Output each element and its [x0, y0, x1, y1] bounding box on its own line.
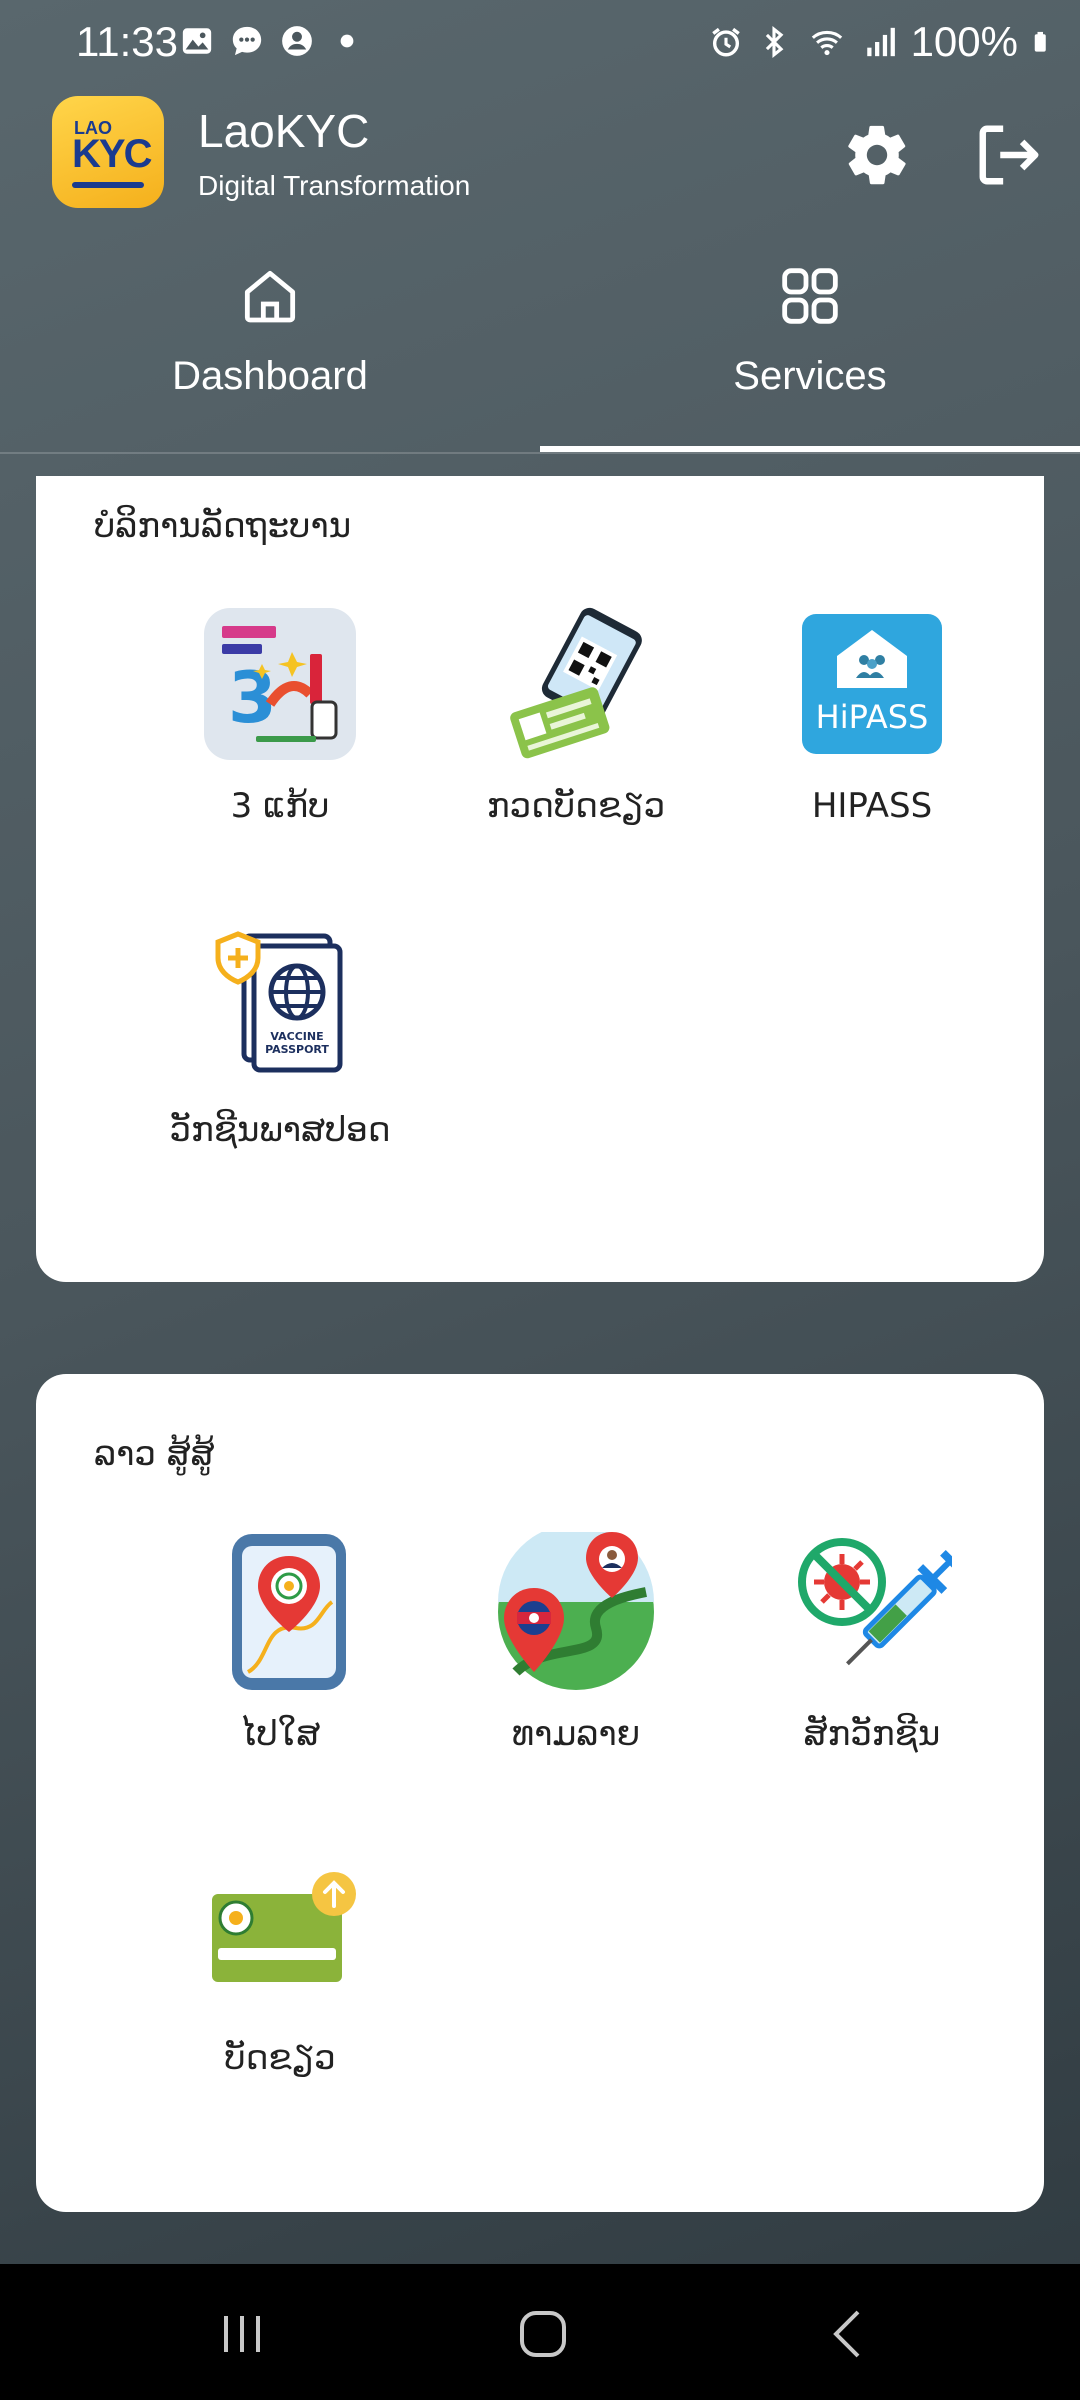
- settings-button[interactable]: [842, 120, 912, 190]
- account-icon: [282, 26, 312, 56]
- home-icon: [244, 270, 296, 323]
- logout-button[interactable]: [974, 120, 1044, 190]
- service-label: ວັກຊີນພາສປອດ: [169, 1110, 391, 1150]
- app-header: LAO KYC LaoKYC Digital Transformation: [0, 84, 1080, 254]
- alarm-icon: [711, 27, 740, 57]
- status-bar: 11:33 100%: [0, 0, 1080, 84]
- gear-icon: [848, 125, 906, 185]
- vaccine-passport-icon-text-2: PASSPORT: [265, 1043, 329, 1056]
- vaccine-passport-icon: VACCINE PASSPORT: [215, 931, 343, 1073]
- grid-icon: [782, 268, 838, 324]
- map-location-phone-icon: [232, 1534, 346, 1690]
- back-icon: [833, 2310, 860, 2358]
- system-nav-bar: [0, 2264, 1080, 2400]
- service-sak-vaccine[interactable]: ສັກວັກຊີນ: [702, 1532, 1002, 1812]
- battery-icon: [1034, 31, 1046, 52]
- status-left-icons: [180, 24, 364, 58]
- service-vaccine-passport[interactable]: VACCINE PASSPORT ວັກຊີນພາສປອດ: [110, 928, 410, 1208]
- dot-icon: [340, 34, 354, 48]
- gallery-icon: [182, 28, 212, 54]
- logout-icon: [979, 125, 1039, 185]
- service-label: ທາມລາຍ: [511, 1714, 641, 1754]
- 3-kaeb-app-icon: 3: [204, 608, 356, 760]
- status-right-icons: 100%: [709, 18, 1054, 66]
- service-label: ສັກວັກຊີນ: [803, 1714, 941, 1754]
- government-services-card: ບໍລິການລັດຖະບານ 3 3 ແກ້ບ ກວດບັດຂຽວ HiPAS…: [36, 476, 1044, 1282]
- app-logo: LAO KYC: [52, 96, 164, 208]
- recent-apps-icon: [224, 2316, 260, 2352]
- service-label: ໄປໃສ: [239, 1714, 321, 1754]
- service-tham-lai[interactable]: ທາມລາຍ: [406, 1532, 706, 1812]
- home-button[interactable]: [503, 2294, 583, 2374]
- app-subtitle: Digital Transformation: [198, 170, 471, 201]
- tab-dashboard[interactable]: Dashboard: [0, 254, 540, 454]
- bluetooth-icon: [765, 26, 783, 58]
- back-button[interactable]: [808, 2294, 888, 2374]
- tab-dashboard-label: Dashboard: [172, 354, 368, 398]
- service-label: 3 ແກ້ບ: [230, 786, 330, 826]
- recent-apps-button[interactable]: [202, 2294, 282, 2374]
- green-card-icon: [212, 1872, 356, 1982]
- tab-divider: [0, 452, 1080, 454]
- phone-qr-scan-icon: [510, 607, 642, 759]
- service-pai-sai[interactable]: ໄປໃສ: [110, 1532, 410, 1812]
- service-check-green-card[interactable]: ກວດບັດຂຽວ: [406, 604, 706, 884]
- logo-bar: [72, 182, 144, 188]
- tab-services[interactable]: Services: [540, 254, 1080, 454]
- service-label: ບັດຂຽວ: [224, 2038, 336, 2078]
- service-label: ກວດບັດຂຽວ: [486, 786, 666, 826]
- app-title: LaoKYC: [198, 105, 370, 157]
- service-green-card[interactable]: ບັດຂຽວ: [110, 1856, 410, 2136]
- service-label: HIPASS: [811, 786, 933, 826]
- tab-bar: Dashboard Services: [0, 254, 1080, 454]
- tab-services-label: Services: [733, 354, 887, 398]
- status-time: 11:33: [76, 18, 178, 65]
- battery-percent: 100%: [910, 18, 1018, 65]
- signal-icon: [866, 27, 895, 57]
- lao-susu-card: ລາວ ສູ້ສູ້ ໄປໃສ ທາມລາຍ ສັກວັກຊີນ ບັດຂຽວ: [36, 1374, 1044, 2212]
- service-3-kaeb[interactable]: 3 3 ແກ້ບ: [110, 604, 410, 884]
- home-button-icon: [520, 2311, 566, 2357]
- message-icon: [232, 26, 262, 56]
- route-map-icon: [498, 1532, 654, 1690]
- hipass-icon-text: HiPASS: [816, 698, 929, 736]
- hipass-icon: HiPASS: [802, 614, 942, 754]
- service-hipass[interactable]: HiPASS HIPASS: [702, 604, 1002, 884]
- logo-text-main: KYC: [72, 132, 152, 176]
- section-title: ລາວ ສູ້ສູ້: [94, 1434, 215, 1474]
- vaccine-passport-icon-text-1: VACCINE: [270, 1030, 323, 1043]
- section-title: ບໍລິການລັດຖະບານ: [94, 506, 352, 546]
- vaccine-syringe-icon: [798, 1538, 952, 1666]
- wifi-icon: [811, 30, 842, 56]
